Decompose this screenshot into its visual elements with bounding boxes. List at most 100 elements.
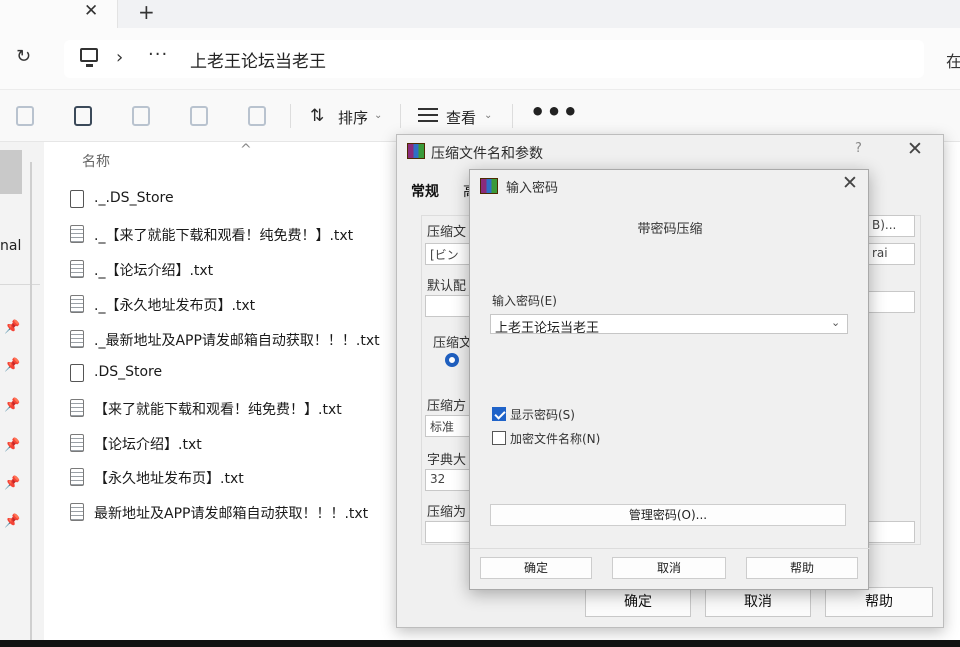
chevron-down-icon[interactable]: ⌄ — [484, 110, 492, 121]
cancel-button[interactable]: 取消 — [612, 557, 726, 579]
winrar-icon — [480, 178, 498, 194]
taskbar-edge — [0, 640, 960, 647]
chevron-down-icon[interactable]: ⌄ — [374, 110, 382, 121]
file-name: 最新地址及APP请发邮箱自动获取！！！.txt — [94, 506, 369, 522]
file-name: ._【来了就能下载和观看！纯免费！】.txt — [94, 228, 354, 244]
dictionary-size-label: 字典大 — [427, 453, 467, 468]
show-password-checkbox[interactable] — [492, 407, 506, 421]
file-row[interactable]: ._【来了就能下载和观看！纯免费！】.txt — [70, 221, 430, 251]
file-row[interactable]: ._最新地址及APP请发邮箱自动获取！！！.txt — [70, 326, 430, 356]
archive-name-label: 压缩文 — [427, 225, 467, 240]
text-file-icon — [70, 468, 84, 486]
text-file-icon — [70, 295, 84, 313]
text-file-icon — [70, 330, 84, 348]
password-combobox[interactable]: 上老王论坛当老王 ⌄ — [490, 314, 848, 336]
pin-icon: 📌 — [4, 358, 21, 373]
text-file-icon — [70, 503, 84, 521]
file-icon — [70, 364, 84, 382]
encrypt-filenames-checkbox[interactable] — [492, 431, 506, 445]
view-button[interactable]: 查看 — [446, 107, 476, 128]
breadcrumb-current-folder[interactable]: 上老王论坛当老王 — [190, 47, 326, 72]
refresh-icon[interactable]: ↻ — [16, 46, 31, 67]
browse-button[interactable]: B)... — [867, 215, 915, 237]
file-row[interactable]: 【论坛介绍】.txt — [70, 430, 430, 460]
share-icon[interactable] — [190, 106, 208, 126]
file-icon — [70, 190, 84, 208]
pin-icon: 📌 — [4, 320, 21, 335]
file-name: ._【永久地址发布页】.txt — [94, 298, 256, 314]
nav-item-partial[interactable]: nal — [0, 238, 21, 254]
pin-icon: 📌 — [4, 476, 21, 491]
file-row[interactable]: 【来了就能下载和观看！纯免费！】.txt — [70, 395, 430, 425]
archive-format-select[interactable]: rai — [867, 243, 915, 265]
chevron-down-icon[interactable]: ⌄ — [831, 316, 840, 329]
browser-tab[interactable]: ✕ — [0, 0, 118, 28]
toolbar-divider — [512, 104, 513, 128]
ok-button[interactable]: 确定 — [585, 587, 691, 617]
close-icon[interactable]: ✕ — [907, 138, 923, 160]
dialog-title: 压缩文件名和参数 — [431, 146, 543, 162]
tab-strip: ✕ + — [0, 0, 960, 28]
help-icon[interactable]: ? — [855, 141, 862, 156]
text-file-icon — [70, 434, 84, 452]
dialog-heading: 带密码压缩 — [637, 222, 703, 237]
file-row[interactable]: 最新地址及APP请发邮箱自动获取！！！.txt — [70, 499, 430, 529]
encrypt-filenames-label[interactable]: 加密文件名称(N) — [510, 430, 600, 447]
file-name: 【论坛介绍】.txt — [94, 437, 202, 453]
profile-dropdown[interactable] — [867, 291, 915, 313]
text-file-icon — [70, 225, 84, 243]
file-name: .DS_Store — [94, 364, 163, 380]
default-profile-label: 默认配 — [427, 279, 467, 294]
pin-icon: 📌 — [4, 514, 21, 529]
this-pc-icon[interactable] — [80, 48, 98, 67]
dialog-divider — [470, 548, 870, 549]
breadcrumb[interactable]: › ··· 上老王论坛当老王 — [64, 40, 924, 78]
view-icon[interactable] — [418, 108, 438, 122]
help-button[interactable]: 帮助 — [825, 587, 933, 617]
toolbar-divider — [400, 104, 401, 128]
nav-scrollbar-thumb[interactable] — [0, 150, 22, 194]
more-options-button[interactable]: ••• — [530, 98, 579, 126]
copy-icon[interactable] — [16, 106, 34, 126]
search-box-partial[interactable]: 在 — [946, 48, 960, 72]
new-tab-button[interactable]: + — [138, 0, 155, 24]
file-row[interactable]: ._【论坛介绍】.txt — [70, 256, 430, 286]
file-name: 【来了就能下载和观看！纯免费！】.txt — [94, 402, 342, 418]
password-input[interactable]: 上老王论坛当老王 — [495, 317, 599, 336]
file-row[interactable]: .DS_Store — [70, 360, 430, 390]
show-password-label[interactable]: 显示密码(S) — [510, 406, 575, 423]
file-row[interactable]: 【永久地址发布页】.txt — [70, 464, 430, 494]
navigation-pane: nal 📌 📌 📌 📌 📌 📌 — [0, 142, 44, 642]
cancel-button[interactable]: 取消 — [705, 587, 811, 617]
winrar-icon — [407, 143, 425, 159]
tab-general[interactable]: 常规 — [411, 181, 439, 201]
file-row[interactable]: ._【永久地址发布页】.txt — [70, 291, 430, 321]
text-file-icon — [70, 399, 84, 417]
ok-button[interactable]: 确定 — [480, 557, 592, 579]
split-volume-unit[interactable] — [867, 521, 915, 543]
file-name: ._最新地址及APP请发邮箱自动获取！！！.txt — [94, 333, 380, 349]
more-locations-icon[interactable]: ··· — [148, 44, 168, 65]
column-header-name[interactable]: 名称 — [82, 151, 110, 171]
format-radio[interactable] — [445, 353, 459, 367]
manage-passwords-button[interactable]: 管理密码(O)... — [490, 504, 846, 526]
rename-icon[interactable] — [132, 106, 150, 126]
split-volume-label: 压缩为 — [427, 505, 467, 520]
toolbar-divider — [290, 104, 291, 128]
file-row[interactable]: ._.DS_Store — [70, 186, 430, 216]
close-icon[interactable]: ✕ — [84, 1, 98, 21]
sort-icon[interactable]: ⇅ — [310, 106, 324, 126]
chevron-right-icon[interactable]: › — [116, 47, 123, 68]
close-icon[interactable]: ✕ — [842, 172, 858, 194]
enter-password-dialog: 输入密码 ✕ 带密码压缩 输入密码(E) 上老王论坛当老王 ⌄ 显示密码(S) … — [469, 169, 870, 590]
sort-button[interactable]: 排序 — [338, 107, 368, 128]
archive-format-label: 压缩文 — [433, 336, 473, 351]
file-name: 【永久地址发布页】.txt — [94, 471, 244, 487]
nav-scrollbar-track[interactable] — [30, 162, 32, 642]
delete-icon[interactable] — [248, 106, 266, 126]
help-button[interactable]: 帮助 — [746, 557, 858, 579]
file-name: ._.DS_Store — [94, 190, 174, 206]
password-label: 输入密码(E) — [492, 294, 557, 308]
sort-ascending-icon: ^ — [240, 142, 252, 158]
paste-icon[interactable] — [74, 106, 92, 126]
